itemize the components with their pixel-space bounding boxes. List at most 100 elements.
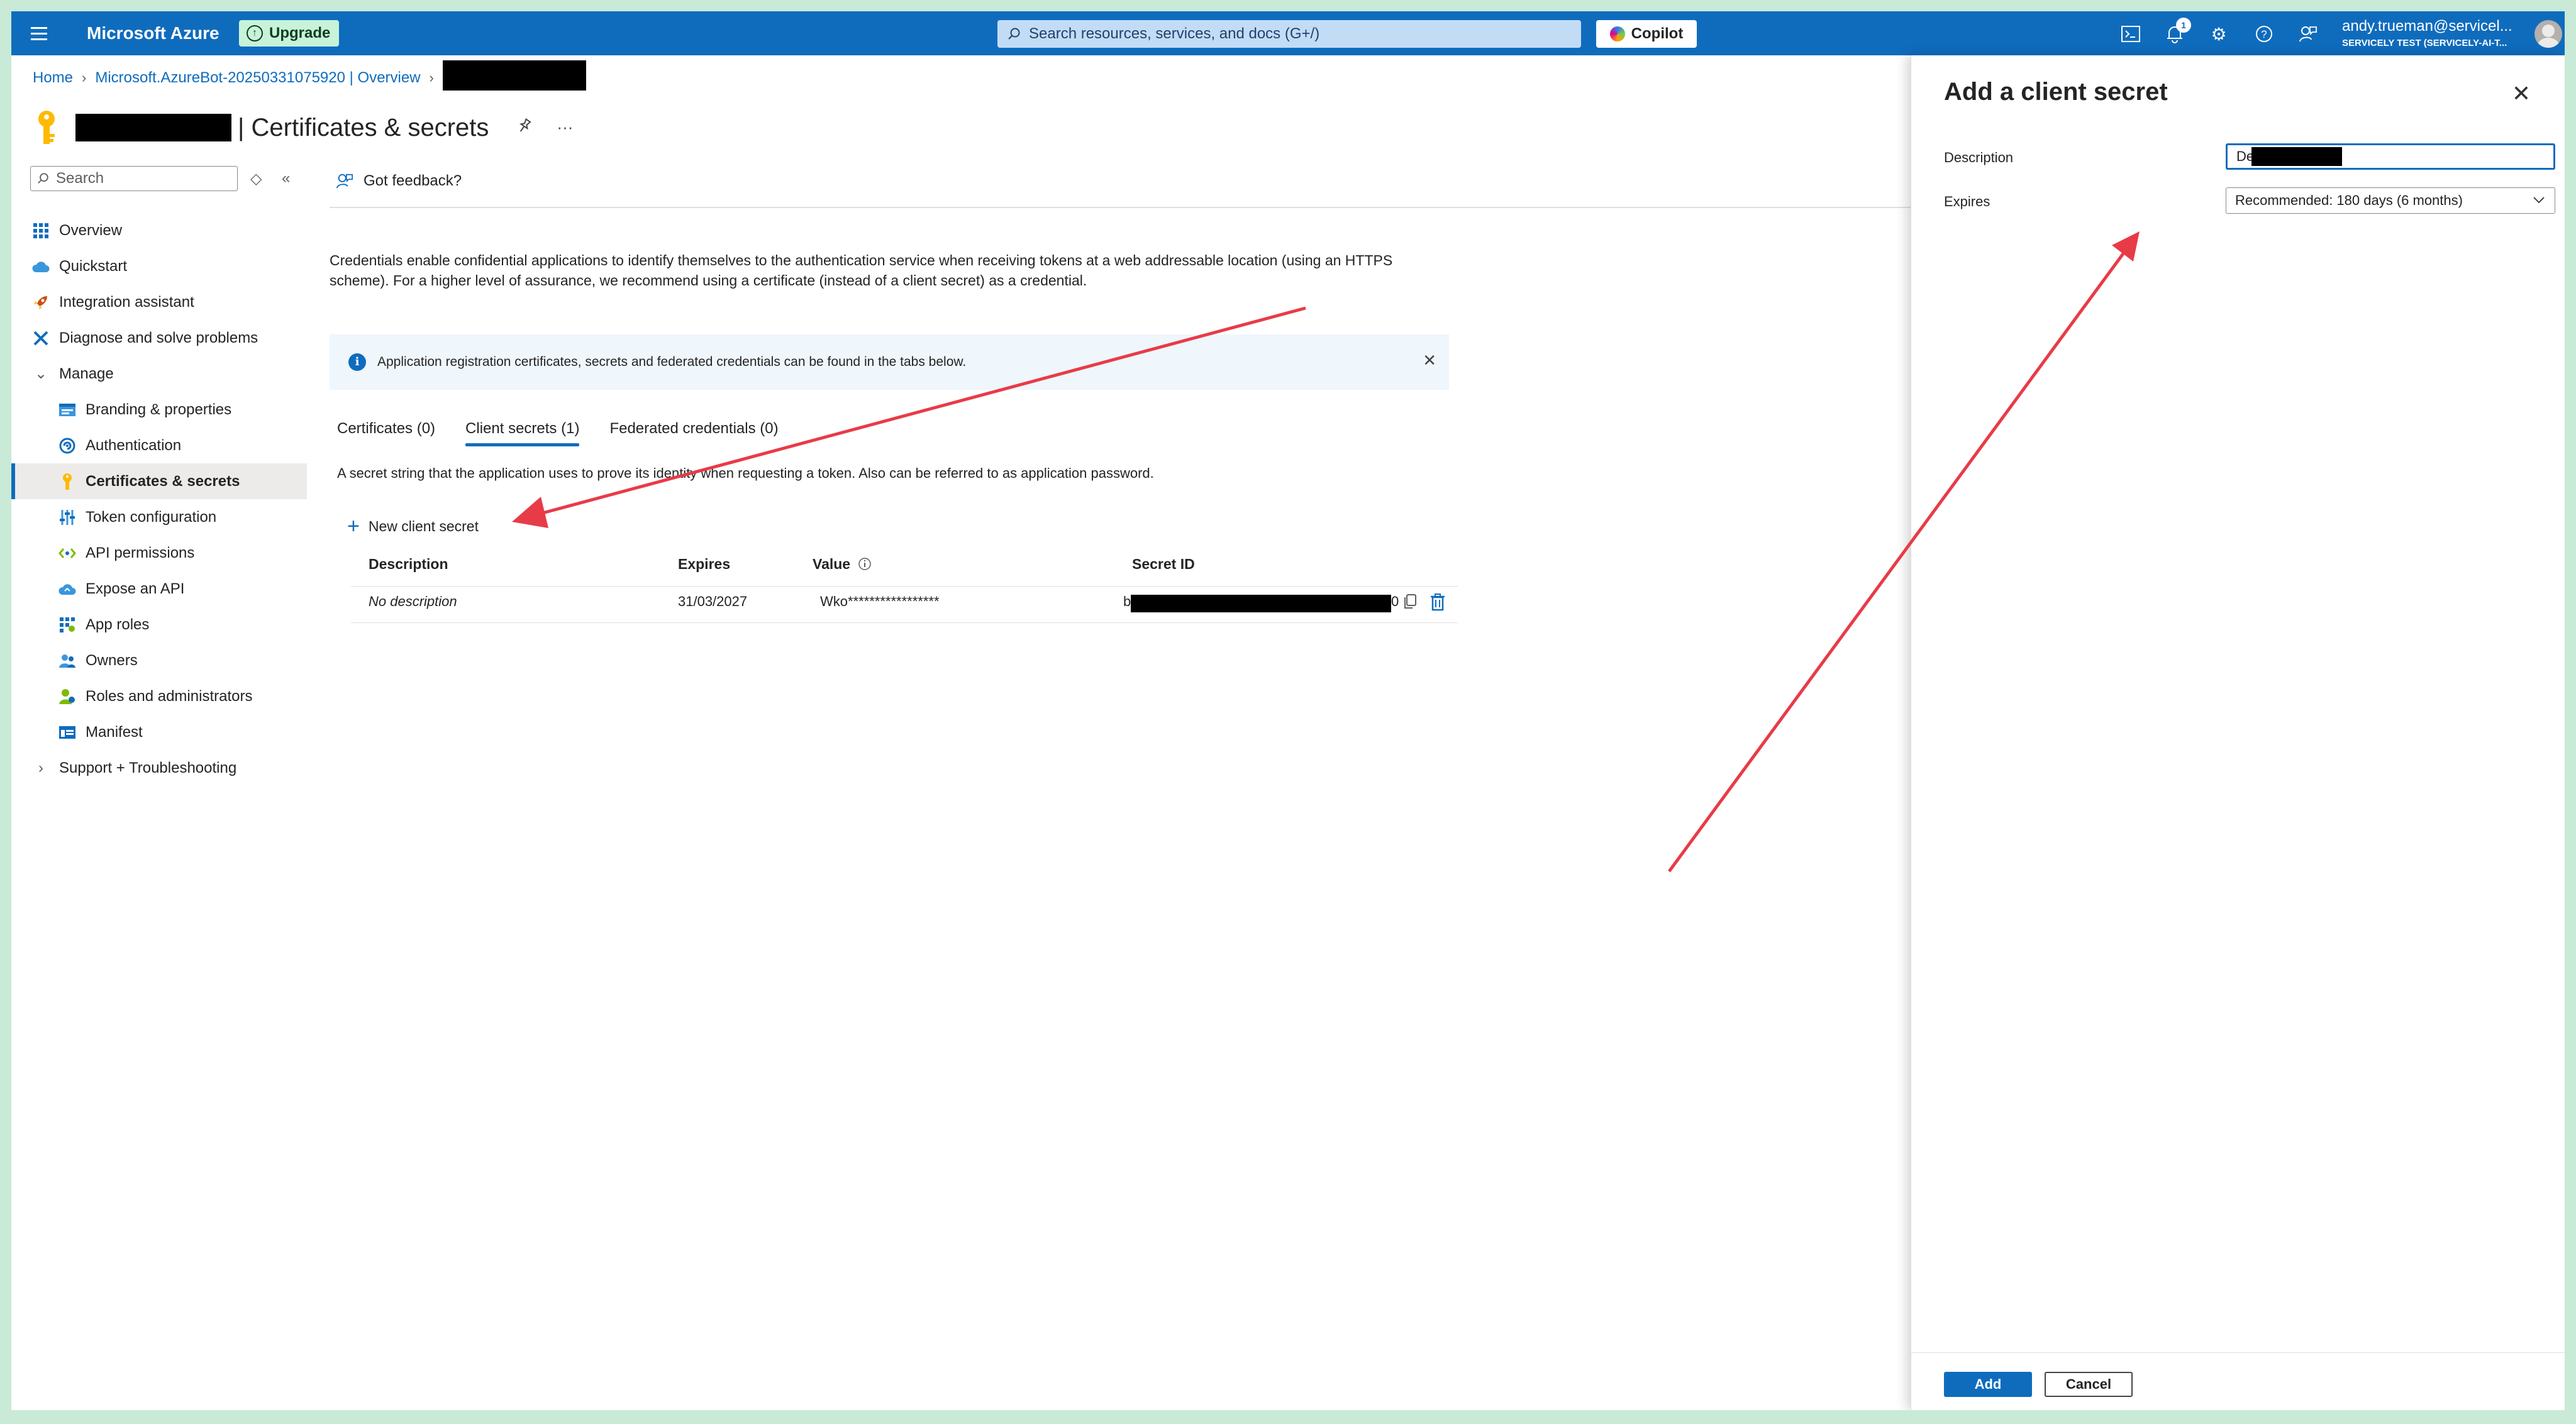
close-icon[interactable]: ✕ <box>1423 351 1436 370</box>
nav-label: Roles and administrators <box>86 687 253 705</box>
copy-icon[interactable] <box>1402 593 1418 614</box>
add-button[interactable]: Add <box>1944 1372 2032 1397</box>
avatar[interactable] <box>2534 20 2562 48</box>
user-admin-icon <box>58 687 77 706</box>
menu-icon[interactable] <box>26 21 52 45</box>
upgrade-button[interactable]: ↑ Upgrade <box>239 20 340 47</box>
rocket-icon <box>31 293 50 312</box>
notification-count: 1 <box>2176 18 2191 33</box>
redacted-secret-id <box>1131 595 1391 612</box>
svg-text:?: ? <box>2261 28 2267 40</box>
search-icon <box>38 173 48 184</box>
cloud-icon <box>58 580 77 599</box>
feedback-button[interactable]: Got feedback? <box>336 172 462 190</box>
tab-certificates[interactable]: Certificates (0) <box>337 420 435 446</box>
add-client-secret-panel: Add a client secret ✕ Description De Exp… <box>1911 55 2565 1410</box>
cloud-shell-icon[interactable] <box>2118 21 2143 47</box>
close-icon[interactable]: ✕ <box>2512 80 2531 107</box>
app-roles-icon <box>58 615 77 634</box>
chevron-down-icon: ⌄ <box>34 365 48 382</box>
breadcrumb-parent[interactable]: Microsoft.AzureBot-20250331075920 | Over… <box>95 69 420 87</box>
nav-item-token-configuration[interactable]: Token configuration <box>11 499 307 535</box>
nav-item-owners[interactable]: Owners <box>11 643 307 678</box>
left-nav: Overview Quickstart Integration assistan… <box>11 212 307 786</box>
expires-dropdown[interactable]: Recommended: 180 days (6 months) <box>2226 187 2555 214</box>
column-secret-id: Secret ID <box>1132 556 1195 572</box>
secret-value: Wko***************** <box>820 593 940 609</box>
nav-item-branding[interactable]: Branding & properties <box>11 392 307 428</box>
azure-portal-window: Microsoft Azure ↑ Upgrade Search resourc… <box>11 11 2565 1410</box>
copilot-button[interactable]: Copilot <box>1596 20 1697 48</box>
credential-tabs: Certificates (0) Client secrets (1) Fede… <box>337 420 779 446</box>
new-secret-label: New client secret <box>368 517 479 534</box>
settings-gear-icon[interactable]: ⚙ <box>2206 21 2231 47</box>
new-client-secret-button[interactable]: + New client secret <box>347 516 479 537</box>
nav-item-overview[interactable]: Overview <box>11 212 307 248</box>
info-icon[interactable] <box>858 557 872 575</box>
panel-title: Add a client secret <box>1944 78 2168 106</box>
nav-item-diagnose[interactable]: Diagnose and solve problems <box>11 320 307 356</box>
table-row: No description 31/03/2027 Wko***********… <box>351 593 1458 619</box>
sliders-icon <box>58 508 77 527</box>
grid-icon <box>31 221 50 240</box>
description-field[interactable]: De <box>2226 143 2555 170</box>
secret-description: No description <box>369 593 457 609</box>
sort-icon[interactable]: ◇ <box>250 170 262 188</box>
chevron-right-icon: › <box>38 759 43 776</box>
user-name: andy.trueman@servicel... <box>2342 18 2512 35</box>
nav-item-certificates-secrets[interactable]: Certificates & secrets <box>11 463 307 499</box>
tab-description: A secret string that the application use… <box>337 465 1154 481</box>
nav-search-input[interactable]: Search <box>30 166 238 191</box>
chevron-down-icon <box>2532 193 2546 211</box>
info-banner: i Application registration certificates,… <box>330 334 1449 390</box>
more-options-icon[interactable]: ··· <box>557 118 573 138</box>
account-info[interactable]: andy.trueman@servicel... SERVICELY TEST … <box>2342 18 2524 48</box>
info-message: Application registration certificates, s… <box>377 355 967 369</box>
nav-label: Quickstart <box>59 257 128 275</box>
redacted-breadcrumb <box>442 60 586 91</box>
nav-item-api-permissions[interactable]: API permissions <box>11 535 307 571</box>
search-placeholder: Search resources, services, and docs (G+… <box>1029 25 1320 42</box>
nav-item-quickstart[interactable]: Quickstart <box>11 248 307 284</box>
tab-client-secrets[interactable]: Client secrets (1) <box>465 420 580 446</box>
notifications-icon[interactable]: 1 <box>2162 18 2191 47</box>
column-expires: Expires <box>678 556 731 572</box>
global-search-input[interactable]: Search resources, services, and docs (G+… <box>997 20 1581 48</box>
page-header: | Certificates & secrets ··· <box>33 106 573 150</box>
nav-label: Certificates & secrets <box>86 472 240 490</box>
redacted-description <box>2251 147 2343 166</box>
nav-label: Branding & properties <box>86 400 232 418</box>
info-icon: i <box>348 353 366 371</box>
nav-search-placeholder: Search <box>56 170 104 187</box>
nav-item-app-roles[interactable]: App roles <box>11 607 307 643</box>
plus-icon: + <box>347 514 360 538</box>
brand-title[interactable]: Microsoft Azure <box>87 11 219 55</box>
divider <box>351 622 1458 623</box>
breadcrumb: Home › Microsoft.AzureBot-20250331075920… <box>33 60 586 91</box>
tab-federated-credentials[interactable]: Federated credentials (0) <box>609 420 778 446</box>
nav-group-support[interactable]: › Support + Troubleshooting <box>11 750 307 786</box>
nav-item-roles-administrators[interactable]: Roles and administrators <box>11 678 307 714</box>
authentication-icon <box>58 436 77 455</box>
pin-icon[interactable] <box>516 118 533 138</box>
tenant-name: SERVICELY TEST (SERVICELY-AI-T... <box>2342 38 2507 48</box>
divider <box>1911 1352 2565 1353</box>
help-icon[interactable]: ? <box>2251 21 2277 47</box>
nav-item-manifest[interactable]: Manifest <box>11 714 307 750</box>
table-header: Description Expires Value Secret ID <box>351 556 1458 581</box>
wrench-icon <box>31 329 50 348</box>
column-value: Value <box>813 556 851 572</box>
arrow-up-icon: ↑ <box>247 25 263 41</box>
breadcrumb-home[interactable]: Home <box>33 69 73 87</box>
delete-icon[interactable] <box>1430 593 1445 615</box>
feedback-icon[interactable] <box>2296 21 2321 47</box>
nav-item-integration-assistant[interactable]: Integration assistant <box>11 284 307 320</box>
nav-label: Diagnose and solve problems <box>59 329 258 346</box>
feedback-icon <box>336 174 353 189</box>
collapse-icon[interactable]: « <box>282 170 290 187</box>
nav-group-manage[interactable]: ⌄ Manage <box>11 356 307 392</box>
nav-item-expose-api[interactable]: Expose an API <box>11 571 307 607</box>
secret-id-end: 0 <box>1391 593 1399 609</box>
nav-item-authentication[interactable]: Authentication <box>11 428 307 463</box>
cancel-button[interactable]: Cancel <box>2045 1372 2133 1397</box>
